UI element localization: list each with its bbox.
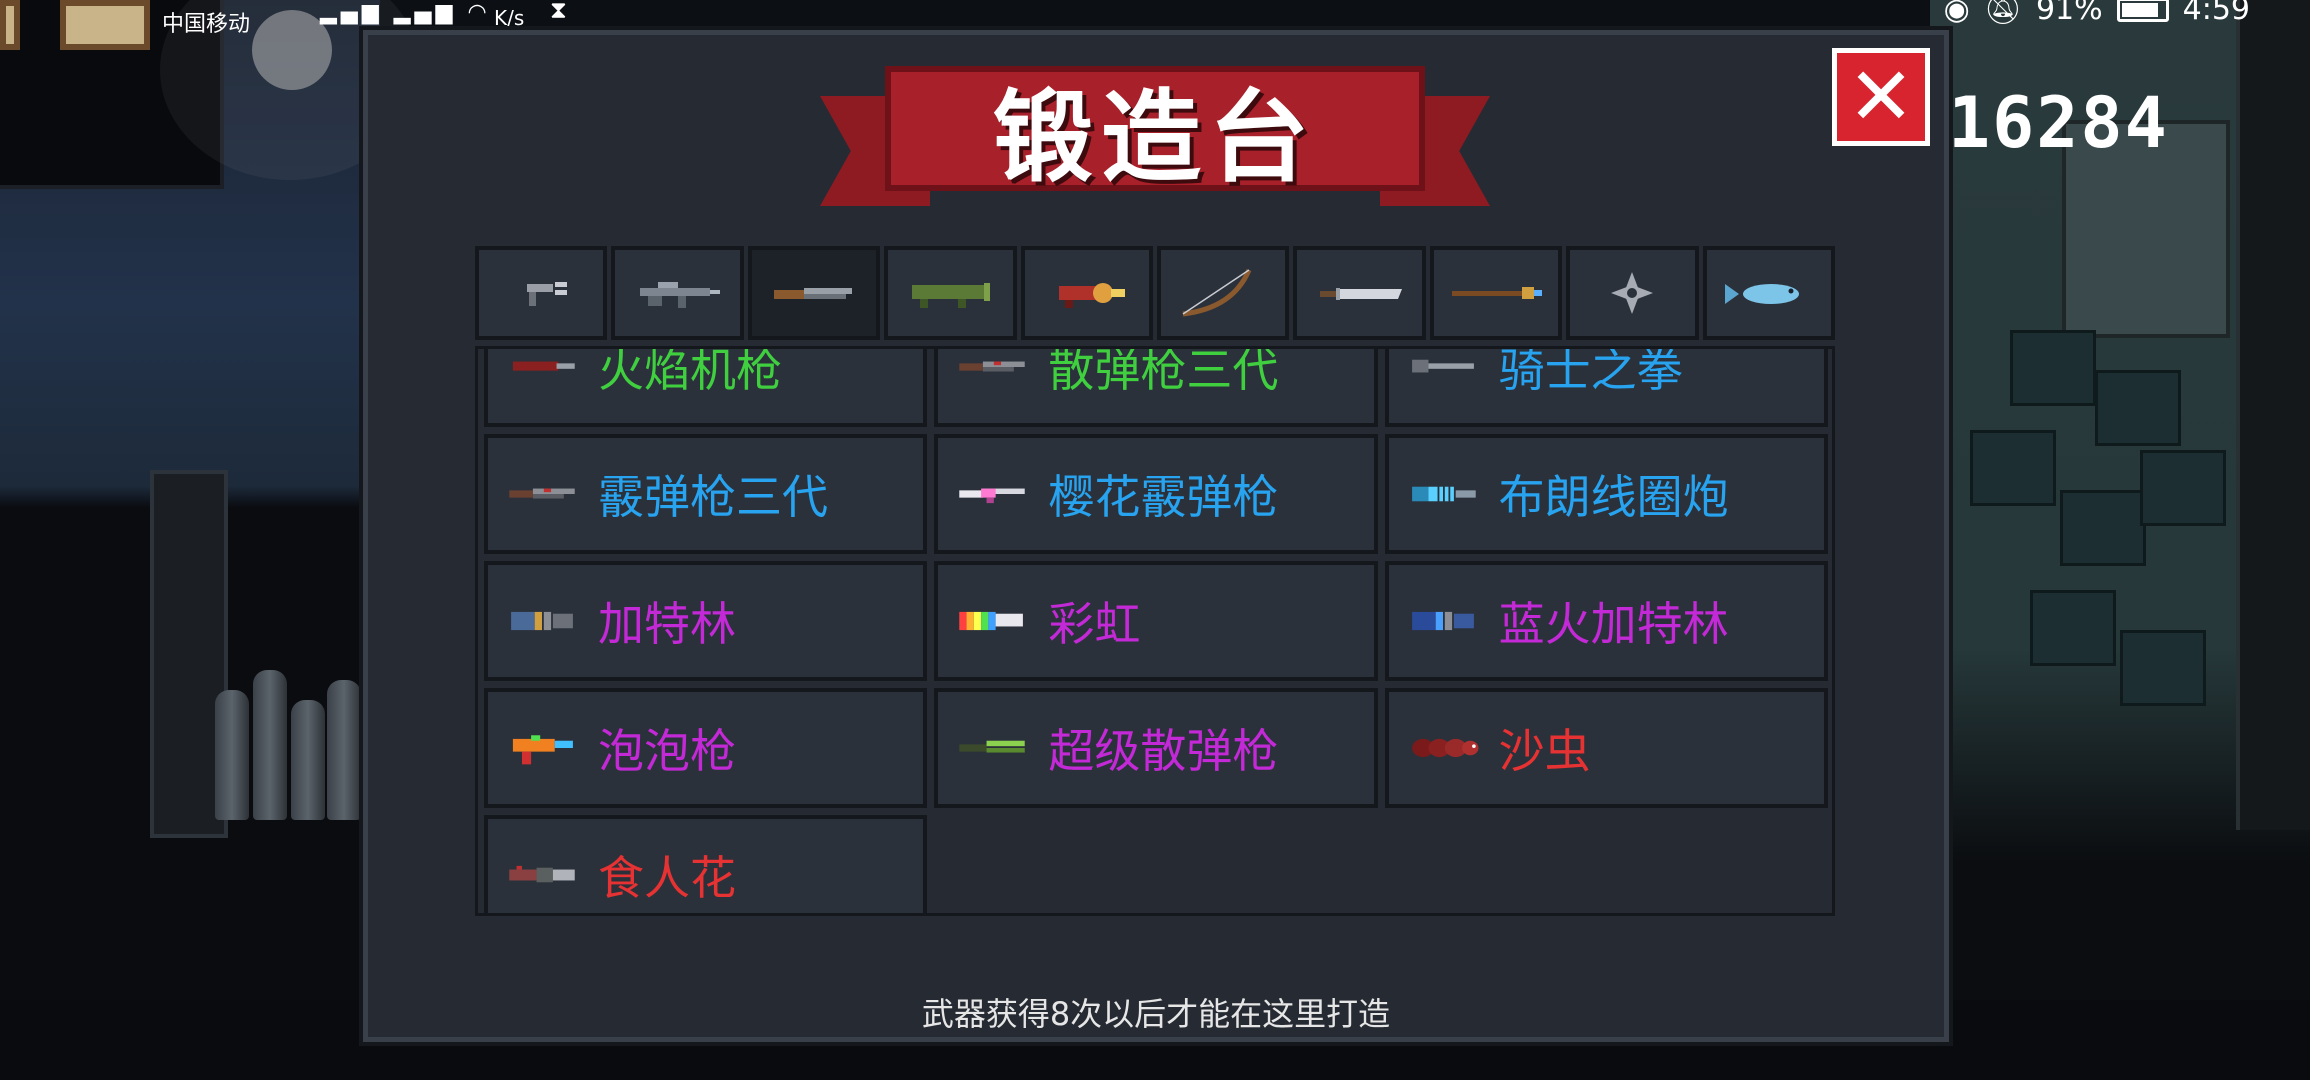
scene-wall-right [2236, 0, 2310, 830]
weapon-category-tabs [475, 246, 1836, 340]
pistol-icon [527, 282, 568, 306]
weapon-name: 沙虫 [1498, 724, 1591, 778]
weapon-item[interactable]: 蓝火加特林 [1384, 561, 1828, 681]
tab-rocket-launcher[interactable] [884, 246, 1017, 340]
battery-icon [2116, 0, 2169, 22]
weapon-name: 火焰机枪 [598, 346, 782, 397]
tab-staff[interactable] [1429, 246, 1563, 340]
weapon-item[interactable]: 泡泡枪 [484, 688, 928, 808]
network-speed: K/s [494, 6, 525, 30]
weapon-name: 樱花霰弹枪 [1048, 470, 1279, 524]
shotgun-icon [774, 288, 853, 299]
staff-icon [1452, 287, 1543, 299]
weapon-name: 泡泡枪 [598, 724, 736, 778]
tab-shotgun[interactable] [747, 246, 881, 340]
pink-shotgun-icon [959, 488, 1026, 504]
piranha-plant-icon [509, 865, 575, 883]
weapon-name: 霰弹枪三代 [598, 470, 828, 524]
weapon-item[interactable]: 加特林 [484, 561, 928, 681]
eye-icon: ◉ [1943, 0, 1970, 27]
carrier-label: 中国移动 [162, 12, 251, 37]
weapon-item[interactable]: 骑士之拳 [1384, 346, 1828, 427]
scene-frame [0, 0, 20, 50]
tab-bow[interactable] [1157, 246, 1290, 340]
panel-title: 锻造台 [993, 79, 1317, 196]
shuriken-icon [1611, 272, 1654, 314]
rocket-launcher-icon [912, 283, 991, 308]
blue-gatling-icon [1411, 611, 1474, 631]
close-icon: ✕ [1847, 50, 1915, 143]
weapon-item[interactable]: 布朗线圈炮 [1384, 434, 1828, 554]
title-banner: 锻造台 [820, 66, 1490, 216]
shotgun-icon [959, 361, 1026, 372]
weapon-item[interactable]: 樱花霰弹枪 [934, 434, 1378, 554]
weapon-item[interactable]: 火焰机枪 [484, 346, 928, 427]
weapon-name: 食人花 [598, 851, 736, 905]
weapon-item[interactable]: 沙虫 [1384, 688, 1828, 808]
weapon-name: 彩虹 [1048, 597, 1141, 651]
fish-icon [1724, 284, 1799, 304]
super-shotgun-icon [959, 740, 1026, 753]
sword-icon [1319, 288, 1402, 300]
scene-crates [1970, 330, 2250, 800]
status-right: ◉ 🔕︎ 91% 4:59 [1944, 0, 2250, 27]
sandworm-icon [1411, 738, 1479, 758]
battery-percent: 91% [2035, 0, 2103, 27]
weapon-name: 骑士之拳 [1498, 346, 1683, 397]
signal-icon: ▂▄▆ ▂▄▆ ◠ [320, 0, 491, 25]
tab-fish[interactable] [1702, 246, 1836, 340]
weapon-item[interactable]: 食人花 [484, 815, 928, 913]
clock: 4:59 [2182, 0, 2250, 27]
tab-pistol[interactable] [475, 246, 608, 340]
forge-hint: 武器获得8次以后才能在这里打造 [921, 995, 1391, 1033]
weapon-name: 蓝火加特林 [1498, 597, 1729, 651]
gatling-icon [511, 611, 573, 631]
tab-rifle[interactable] [611, 246, 744, 340]
weapon-name: 超级散弹枪 [1048, 724, 1279, 778]
fist-icon [1411, 359, 1474, 373]
close-button[interactable]: ✕ [1832, 48, 1930, 146]
scene-gas-tanks [215, 590, 365, 820]
weapon-name: 布朗线圈炮 [1498, 470, 1729, 524]
weapon-item[interactable]: 散弹枪三代 [934, 346, 1378, 427]
shotgun-icon [509, 488, 575, 499]
weapon-item[interactable]: 彩虹 [934, 561, 1378, 681]
tab-flamethrower[interactable] [1020, 246, 1154, 340]
rifle-icon [639, 282, 720, 308]
weapon-grid: 火焰机枪 散弹枪三代 骑士之拳霰弹枪三代 樱花霰弹枪 布朗线圈炮加特林 彩虹 蓝火加特林泡泡… [484, 346, 1828, 913]
scene-frame [60, 0, 150, 50]
coin-count: 16284 [1948, 82, 2169, 164]
tab-shuriken[interactable] [1566, 246, 1699, 340]
hourglass-icon: ⧗ [550, 0, 567, 24]
weapon-item[interactable]: 霰弹枪三代 [484, 434, 928, 554]
tab-sword[interactable] [1293, 246, 1426, 340]
coil-gun-icon [1411, 486, 1476, 502]
bow-icon [1182, 268, 1252, 317]
bubble-gun-icon [512, 735, 573, 765]
rainbow-gun-icon [959, 611, 1024, 631]
weapon-list: 火焰机枪 散弹枪三代 骑士之拳霰弹枪三代 樱花霰弹枪 布朗线圈炮加特林 彩虹 蓝火加特林泡泡… [475, 346, 1835, 916]
weapon-name: 散弹枪三代 [1048, 346, 1279, 397]
weapon-name: 加特林 [598, 597, 736, 651]
mute-icon: 🔕︎ [1983, 0, 2022, 27]
weapon-item[interactable]: 超级散弹枪 [934, 688, 1378, 808]
flamethrower-icon [1058, 283, 1125, 308]
cannon-icon [512, 361, 575, 371]
